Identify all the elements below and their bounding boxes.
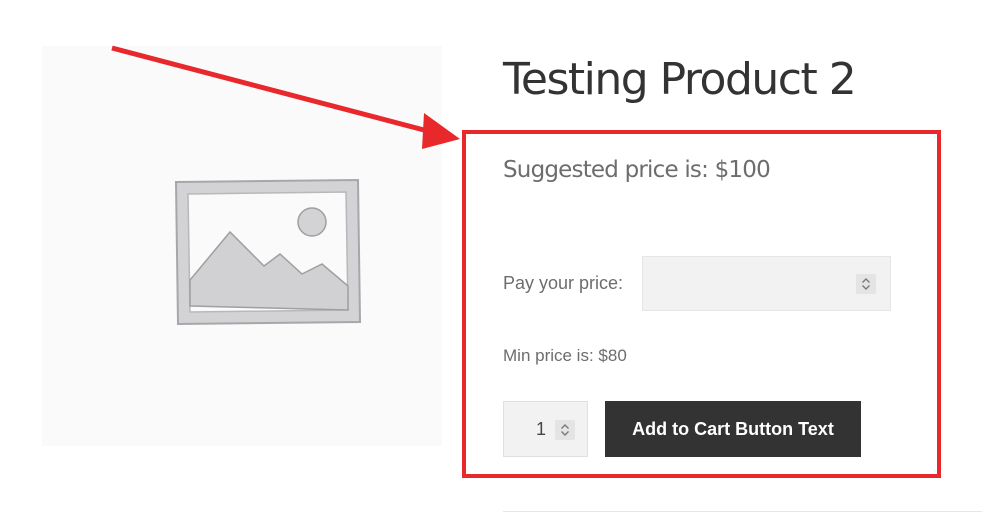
quantity-chevron-icon[interactable] [555,420,575,440]
min-price-text: Min price is: $80 [503,346,627,365]
add-to-cart-button[interactable]: Add to Cart Button Text [605,401,861,457]
pay-your-price-label: Pay your price: [503,273,624,293]
pay-your-price-field[interactable] [642,256,891,311]
quantity-input[interactable] [516,402,546,456]
quantity-stepper[interactable] [503,401,588,457]
price-stepper-chevron-icon[interactable] [856,274,876,294]
product-title: Testing Product 2 [503,54,857,105]
product-page: Testing Product 2 Suggested price is: $1… [0,0,982,513]
pay-your-price-input[interactable] [643,257,867,310]
suggested-price-text: Suggested price is: $100 [503,157,771,183]
divider [503,511,982,512]
